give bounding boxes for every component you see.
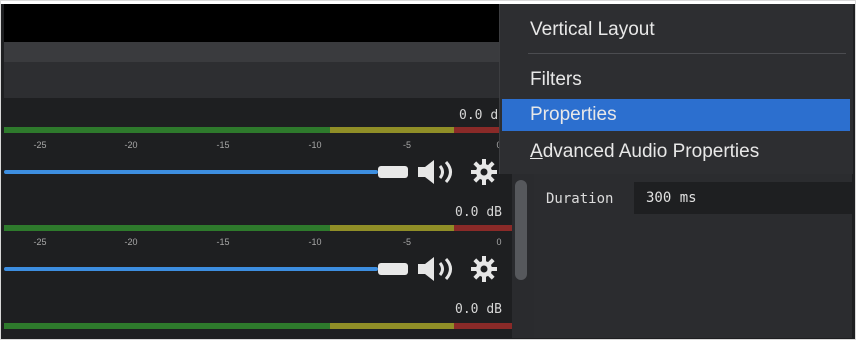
meter-tick-label: -20 [124, 237, 138, 247]
volume-slider-track[interactable] [4, 267, 378, 271]
gear-icon[interactable] [470, 255, 498, 283]
meter-tick-label: -15 [216, 237, 230, 247]
volume-slider-handle[interactable] [378, 263, 408, 275]
preview-canvas[interactable] [4, 4, 534, 42]
menu-item-properties[interactable]: Properties [502, 99, 850, 131]
speaker-icon[interactable] [416, 255, 458, 283]
audio-mixer-area [4, 98, 512, 338]
channel-db-readout: 0.0 dB [455, 302, 502, 317]
menu-item-label: Vertical Layout [530, 19, 655, 40]
meter-tick-label: -10 [308, 140, 322, 150]
speaker-icon[interactable] [416, 158, 458, 186]
mixer-scrollbar-thumb[interactable] [515, 180, 527, 280]
meter-tick-label: -10 [308, 237, 322, 247]
meter-tick-label: -20 [124, 140, 138, 150]
menu-item-filters[interactable]: Filters [502, 64, 850, 96]
volume-slider-track[interactable] [4, 170, 378, 174]
channel-volume-meter [4, 323, 512, 329]
duration-label: Duration [546, 191, 614, 207]
volume-slider-handle[interactable] [378, 166, 408, 178]
menu-separator [528, 53, 846, 54]
channel-volume-meter [4, 127, 512, 133]
audio-mixer-dock-header [4, 62, 534, 98]
meter-tick-label: -5 [402, 140, 412, 150]
meter-tick-label: -25 [33, 237, 47, 247]
menu-item-vertical-layout[interactable]: Vertical Layout [502, 14, 850, 46]
menu-item-label: dvanced Audio Properties [542, 141, 760, 162]
meter-tick-label: 0 [496, 237, 502, 247]
channel-volume-meter [4, 225, 512, 231]
meter-tick-label: -25 [33, 140, 47, 150]
gear-icon[interactable] [470, 158, 498, 186]
menu-item-mnemonic: A [530, 141, 543, 162]
preview-bottom-strip [4, 42, 534, 62]
channel-db-readout: 0.0 dB [455, 205, 502, 220]
meter-tick-label: -15 [216, 140, 230, 150]
menu-item-label: Filters [530, 69, 582, 90]
menu-item-advanced-audio-properties[interactable]: Advanced Audio Properties [502, 136, 850, 168]
menu-item-label: Properties [530, 104, 617, 125]
context-menu: Vertical Layout Filters Properties Advan… [499, 4, 853, 174]
duration-input[interactable] [634, 182, 852, 214]
meter-tick-label: -5 [402, 237, 412, 247]
